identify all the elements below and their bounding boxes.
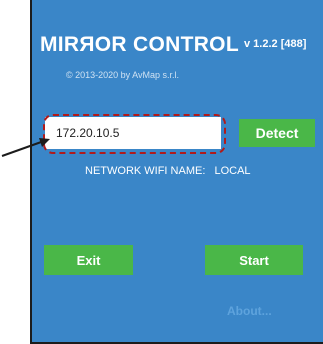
wifi-name-label: NETWORK WIFI NAME: xyxy=(85,165,206,177)
about-link[interactable]: About... xyxy=(227,304,272,318)
wifi-name-value: LOCAL xyxy=(214,165,251,177)
title-row: MIRЯOR CONTROL v 1.2.2 [488] xyxy=(40,33,323,59)
start-button[interactable]: Start xyxy=(205,245,303,275)
version-label: v 1.2.2 [488] xyxy=(244,38,307,50)
network-wifi-row: NETWORK WIFI NAME: LOCAL xyxy=(85,165,251,177)
copyright-text: © 2013-2020 by AvMap s.r.l. xyxy=(66,70,180,80)
detect-button[interactable]: Detect xyxy=(239,119,315,147)
ip-address-input[interactable] xyxy=(45,117,221,149)
mirror-control-window: MIRЯOR CONTROL v 1.2.2 [488] © 2013-2020… xyxy=(30,0,323,344)
app-title: MIRЯOR CONTROL xyxy=(40,33,239,56)
exit-button[interactable]: Exit xyxy=(44,245,133,275)
